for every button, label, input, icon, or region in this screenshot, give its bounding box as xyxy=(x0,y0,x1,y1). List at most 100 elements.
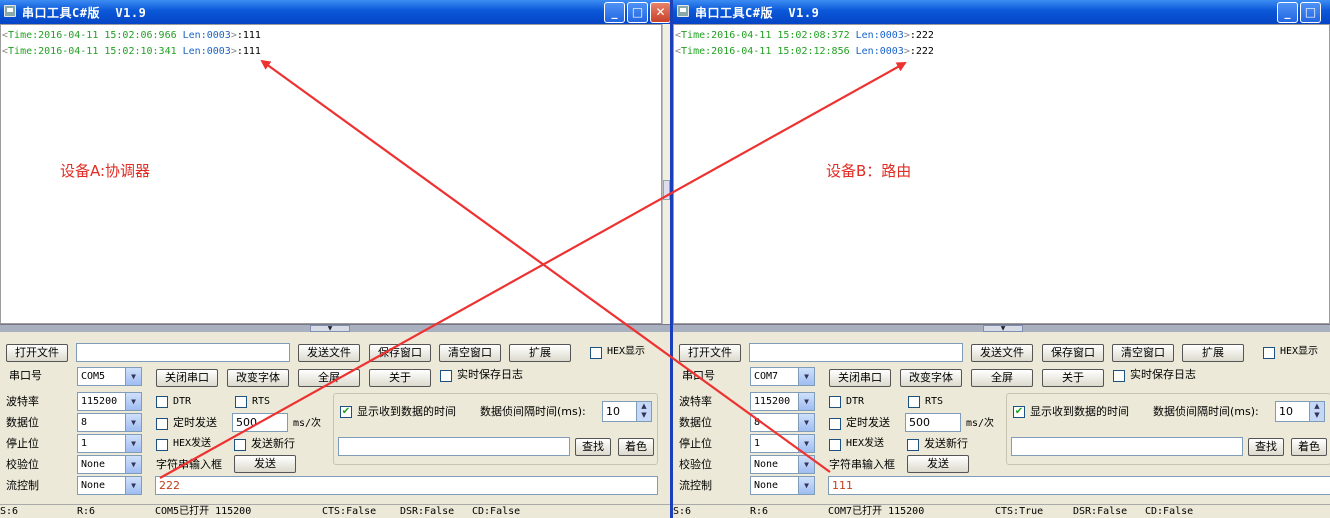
flow-label: 流控制 xyxy=(6,479,39,492)
baud-label: 波特率 xyxy=(679,395,712,408)
fullscreen-button[interactable]: 全屏 xyxy=(298,369,360,387)
close-button[interactable]: ✕ xyxy=(650,2,671,23)
send-button[interactable]: 发送 xyxy=(234,455,296,473)
hex-send-checkbox[interactable] xyxy=(156,439,168,451)
data-bits-label: 数据位 xyxy=(6,416,39,429)
interval-input[interactable]: 500 xyxy=(232,413,288,432)
change-font-button[interactable]: 改变字体 xyxy=(900,369,962,387)
chevron-down-icon: ▼ xyxy=(125,393,141,410)
close-port-button[interactable]: 关闭串口 xyxy=(156,369,218,387)
open-file-button[interactable]: 打开文件 xyxy=(679,344,741,362)
frame-interval-spinner[interactable]: 10 ▲ ▼ xyxy=(602,401,652,422)
search-input[interactable] xyxy=(338,437,570,456)
spinner-arrows-icon: ▲ ▼ xyxy=(636,402,651,421)
timed-send-checkbox[interactable] xyxy=(156,418,168,430)
stop-bits-select[interactable]: 1 ▼ xyxy=(750,434,815,453)
open-file-button[interactable]: 打开文件 xyxy=(6,344,68,362)
timed-send-checkbox[interactable] xyxy=(829,418,841,430)
maximize-button[interactable]: □ xyxy=(627,2,648,23)
file-path-input[interactable] xyxy=(749,343,963,362)
chevron-down-icon: ▼ xyxy=(125,435,141,452)
status-bar: S:6 R:6 COM7已打开 115200 CTS:True DSR:Fals… xyxy=(673,504,1330,518)
color-button[interactable]: 着色 xyxy=(618,438,654,456)
string-input-label: 字符串输入框 xyxy=(829,458,895,471)
expand-button[interactable]: 扩展 xyxy=(1182,344,1244,362)
chevron-down-icon: ▼ xyxy=(125,456,141,473)
parity-select[interactable]: None ▼ xyxy=(77,455,142,474)
hex-show-label: HEX显示 xyxy=(1280,346,1319,357)
receive-area[interactable]: <Time:2016-04-11 15:02:08:372 Len:0003>:… xyxy=(673,24,1330,324)
panel-splitter[interactable]: ▼ xyxy=(673,324,1330,332)
fullscreen-button[interactable]: 全屏 xyxy=(971,369,1033,387)
show-time-checkbox[interactable]: ✔ xyxy=(340,406,352,418)
title-bar[interactable]: 串口工具C#版 V1.9 xyxy=(0,0,670,24)
interval-input[interactable]: 500 xyxy=(905,413,961,432)
minimize-button[interactable]: _ xyxy=(1277,2,1298,23)
color-button[interactable]: 着色 xyxy=(1291,438,1327,456)
save-window-button[interactable]: 保存窗口 xyxy=(1042,344,1104,362)
find-button[interactable]: 查找 xyxy=(1248,438,1284,456)
realtime-log-label: 实时保存日志 xyxy=(1130,368,1196,381)
hex-show-checkbox[interactable] xyxy=(590,347,602,359)
rts-checkbox[interactable] xyxy=(235,396,247,408)
save-window-button[interactable]: 保存窗口 xyxy=(369,344,431,362)
timed-send-label: 定时发送 xyxy=(173,416,217,429)
stop-bits-select[interactable]: 1 ▼ xyxy=(77,434,142,453)
send-newline-checkbox[interactable] xyxy=(907,439,919,451)
send-newline-checkbox[interactable] xyxy=(234,439,246,451)
chevron-down-icon: ▼ xyxy=(125,477,141,494)
send-button[interactable]: 发送 xyxy=(907,455,969,473)
show-time-checkbox[interactable]: ✔ xyxy=(1013,406,1025,418)
splitter-handle[interactable] xyxy=(662,24,670,324)
chevron-down-icon: ▼ xyxy=(798,435,814,452)
maximize-button[interactable]: □ xyxy=(1300,2,1321,23)
hex-show-checkbox[interactable] xyxy=(1263,347,1275,359)
port-select[interactable]: COM5 ▼ xyxy=(77,367,142,386)
dtr-checkbox[interactable] xyxy=(829,396,841,408)
title-bar[interactable]: 串口工具C#版 V1.9 _ □ xyxy=(673,0,1330,24)
flow-select[interactable]: None ▼ xyxy=(750,476,815,495)
port-select[interactable]: COM7 ▼ xyxy=(750,367,815,386)
realtime-log-checkbox[interactable] xyxy=(440,370,452,382)
realtime-log-checkbox[interactable] xyxy=(1113,370,1125,382)
received-count: R:6 xyxy=(750,506,769,517)
hex-send-label: HEX发送 xyxy=(846,438,885,449)
panel-splitter[interactable]: ▼ xyxy=(0,324,670,332)
file-path-input[interactable] xyxy=(76,343,290,362)
dtr-checkbox[interactable] xyxy=(156,396,168,408)
flow-select[interactable]: None ▼ xyxy=(77,476,142,495)
chevron-down-icon[interactable]: ▼ xyxy=(310,325,350,332)
hex-send-checkbox[interactable] xyxy=(829,439,841,451)
chevron-down-icon[interactable]: ▼ xyxy=(983,325,1023,332)
interval-unit-label: ms/次 xyxy=(966,418,995,429)
send-file-button[interactable]: 发送文件 xyxy=(298,344,360,362)
send-file-button[interactable]: 发送文件 xyxy=(971,344,1033,362)
collapse-handle-icon[interactable] xyxy=(663,180,670,200)
device-annotation: 设备B：路由 xyxy=(826,162,912,180)
baud-select[interactable]: 115200 ▼ xyxy=(750,392,815,411)
baud-select[interactable]: 115200 ▼ xyxy=(77,392,142,411)
about-button[interactable]: 关于 xyxy=(369,369,431,387)
app-icon xyxy=(677,5,689,17)
realtime-log-label: 实时保存日志 xyxy=(457,368,523,381)
dsr-status: DSR:False xyxy=(400,506,455,517)
clear-window-button[interactable]: 清空窗口 xyxy=(439,344,501,362)
expand-button[interactable]: 扩展 xyxy=(509,344,571,362)
frame-interval-spinner[interactable]: 10 ▲ ▼ xyxy=(1275,401,1325,422)
serial-tool-window-a: 串口工具C#版 V1.9 <Time:2016-04-11 15:02:06:9… xyxy=(0,0,670,518)
rts-checkbox[interactable] xyxy=(908,396,920,408)
data-bits-select[interactable]: 8 ▼ xyxy=(77,413,142,432)
send-text-input[interactable]: 111 xyxy=(828,476,1330,495)
find-button[interactable]: 查找 xyxy=(575,438,611,456)
about-button[interactable]: 关于 xyxy=(1042,369,1104,387)
minimize-button[interactable]: _ xyxy=(604,2,625,23)
parity-select[interactable]: None ▼ xyxy=(750,455,815,474)
received-count: R:6 xyxy=(77,506,96,517)
search-input[interactable] xyxy=(1011,437,1243,456)
change-font-button[interactable]: 改变字体 xyxy=(227,369,289,387)
timed-send-label: 定时发送 xyxy=(846,416,890,429)
clear-window-button[interactable]: 清空窗口 xyxy=(1112,344,1174,362)
send-text-input[interactable]: 222 xyxy=(155,476,658,495)
data-bits-select[interactable]: 8 ▼ xyxy=(750,413,815,432)
close-port-button[interactable]: 关闭串口 xyxy=(829,369,891,387)
